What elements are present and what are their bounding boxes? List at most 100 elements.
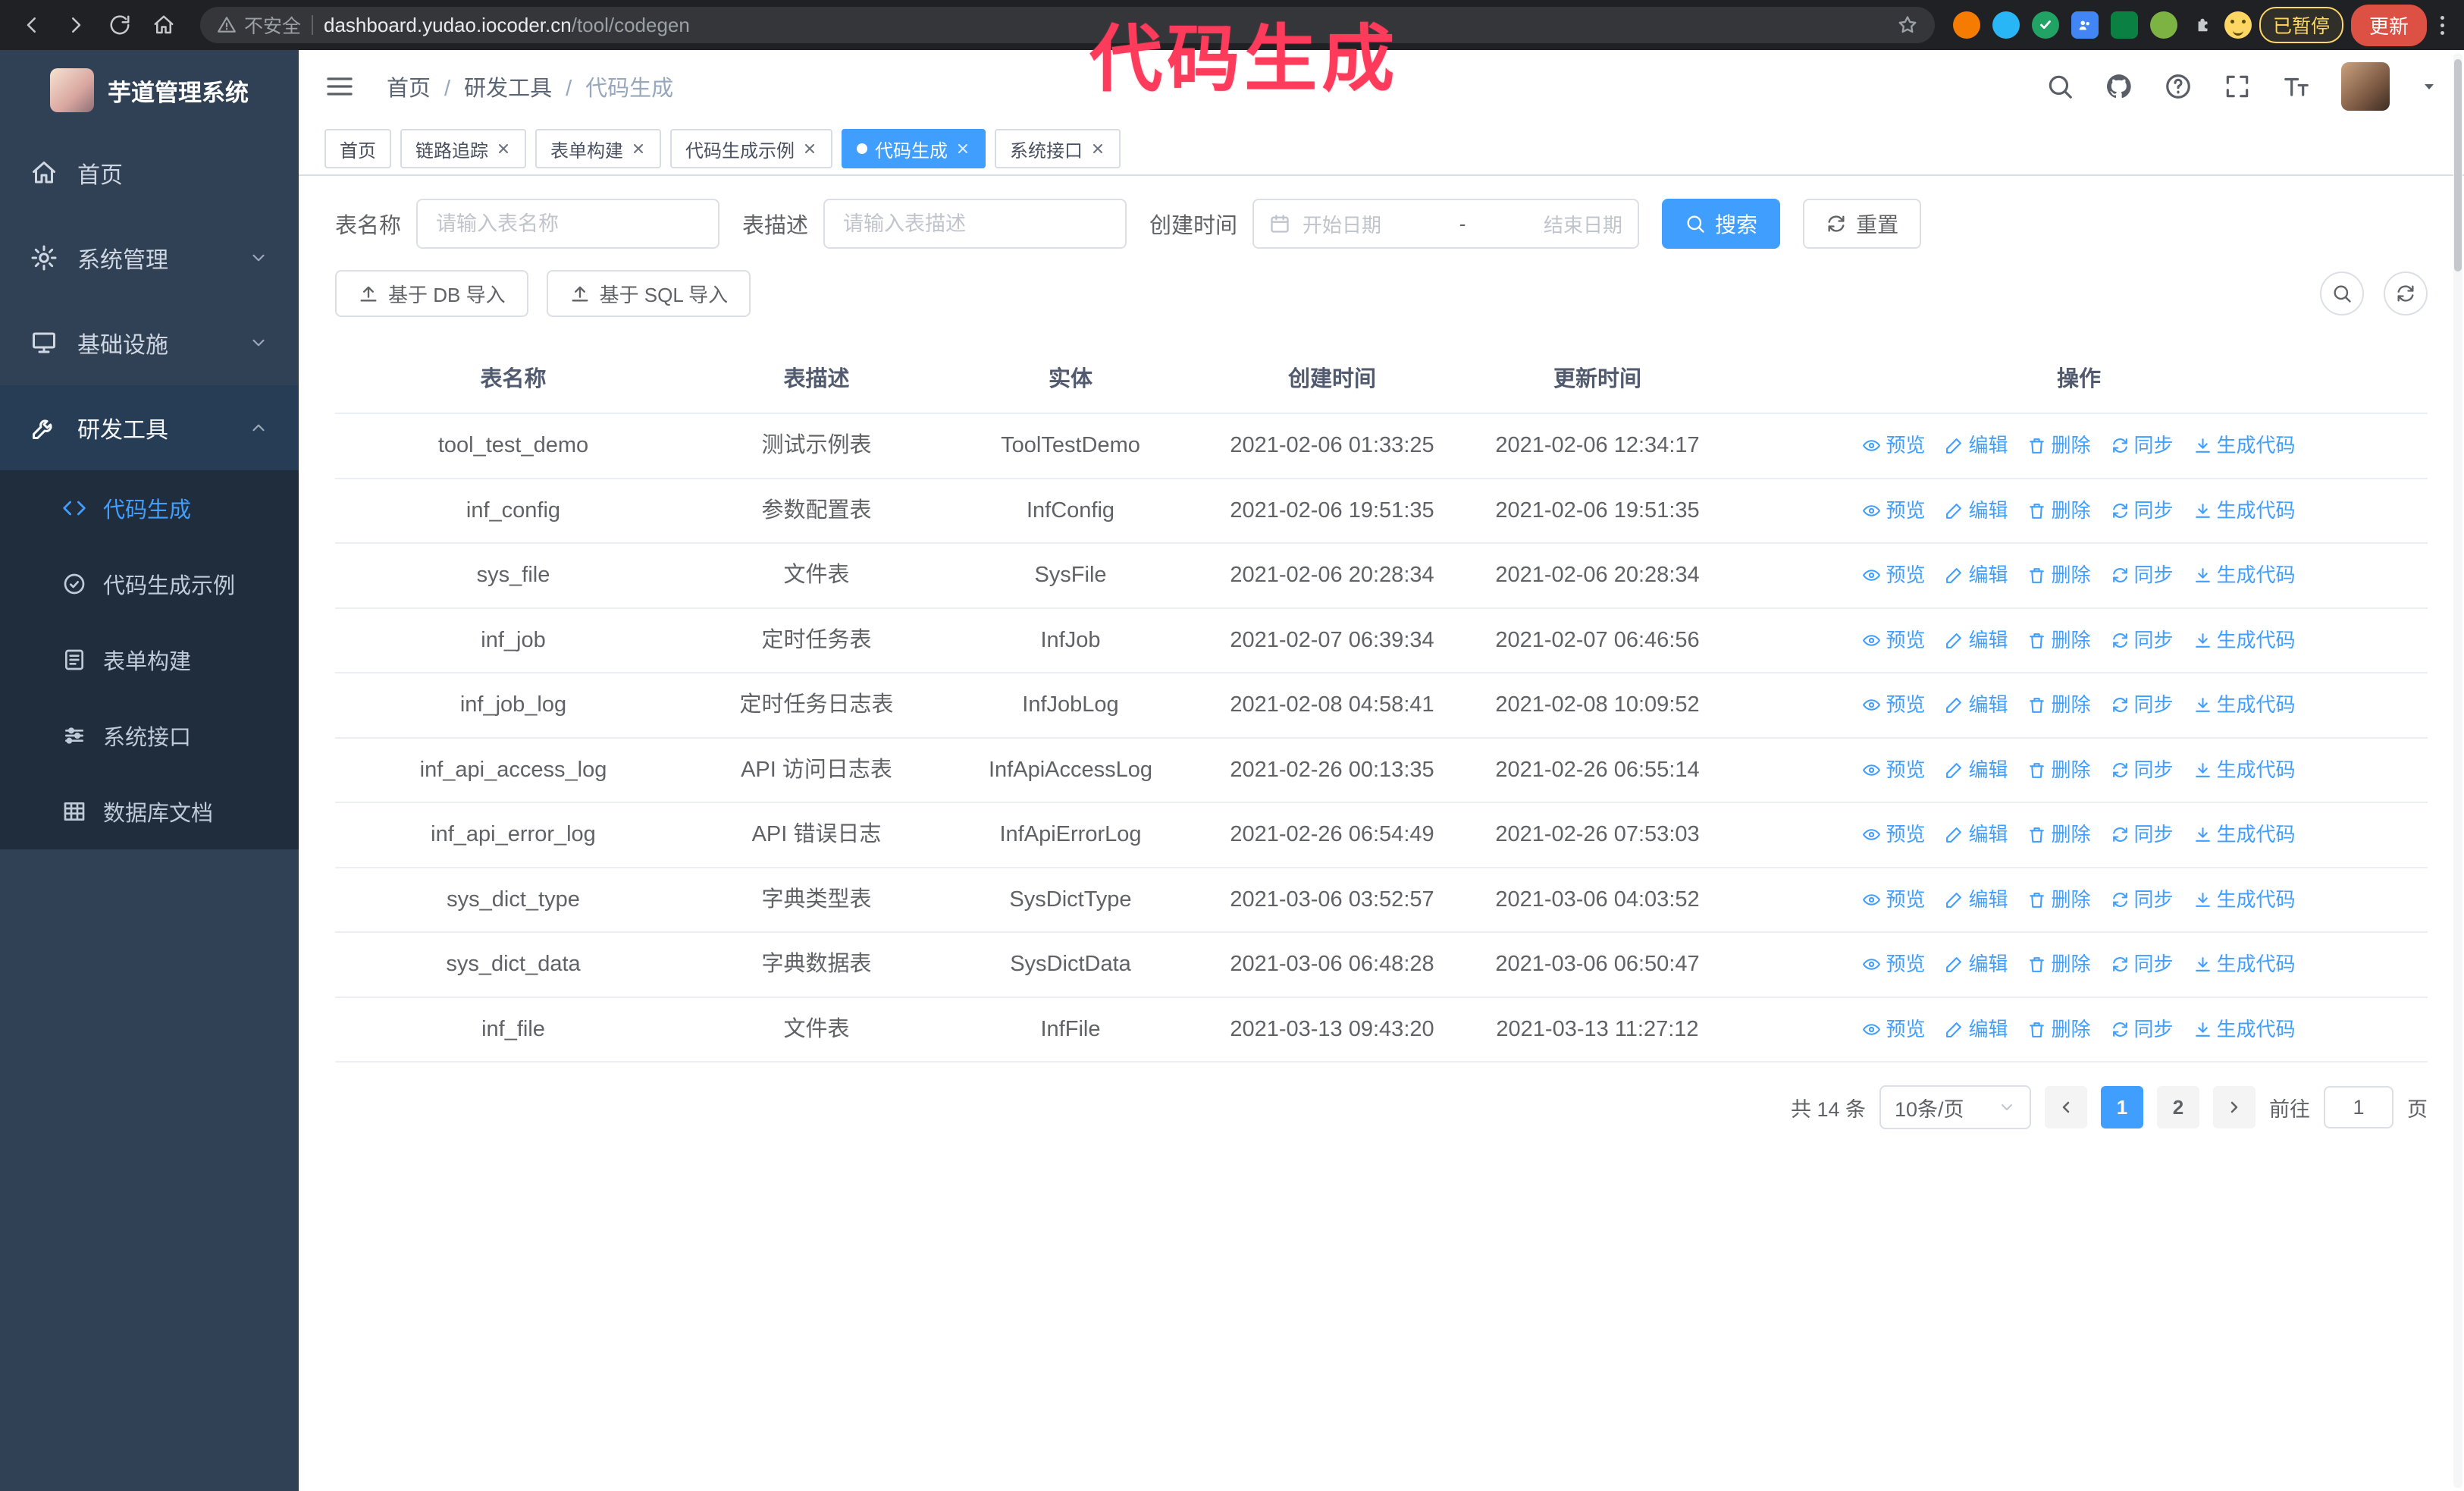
- tab-home[interactable]: 首页: [324, 129, 391, 168]
- action-delete-link[interactable]: 删除: [2027, 885, 2091, 915]
- tab-api[interactable]: 系统接口: [995, 129, 1121, 168]
- sidebar-subitem-form-builder[interactable]: 表单构建: [0, 622, 299, 698]
- scrollbar-thumb[interactable]: [2454, 59, 2462, 272]
- refresh-table-button[interactable]: [2384, 272, 2428, 315]
- date-end-placeholder[interactable]: 结束日期: [1544, 210, 1622, 238]
- action-edit-link[interactable]: 编辑: [1945, 1015, 2008, 1044]
- action-sync-link[interactable]: 同步: [2111, 1015, 2174, 1044]
- action-delete-link[interactable]: 删除: [2027, 755, 2091, 785]
- breadcrumb-item-home[interactable]: 首页: [387, 71, 450, 102]
- import-db-button[interactable]: 基于 DB 导入: [335, 270, 528, 317]
- extension-icon-5[interactable]: [2110, 11, 2138, 39]
- browser-reload-button[interactable]: [102, 7, 138, 43]
- prev-page-button[interactable]: [2045, 1086, 2087, 1128]
- action-generate-link[interactable]: 生成代码: [2193, 626, 2296, 655]
- user-avatar[interactable]: [2341, 62, 2390, 111]
- sidebar-subitem-api[interactable]: 系统接口: [0, 698, 299, 774]
- action-delete-link[interactable]: 删除: [2027, 431, 2091, 460]
- date-start-placeholder[interactable]: 开始日期: [1303, 210, 1381, 238]
- tab-form-builder[interactable]: 表单构建: [535, 129, 661, 168]
- action-sync-link[interactable]: 同步: [2111, 626, 2174, 655]
- browser-home-button[interactable]: [146, 7, 182, 43]
- action-sync-link[interactable]: 同步: [2111, 950, 2174, 979]
- app-logo[interactable]: 芋道管理系统: [0, 50, 299, 130]
- action-edit-link[interactable]: 编辑: [1945, 496, 2008, 526]
- page-size-select[interactable]: 10条/页: [1879, 1085, 2031, 1129]
- tab-codegen-example[interactable]: 代码生成示例: [670, 129, 832, 168]
- action-generate-link[interactable]: 生成代码: [2193, 755, 2296, 785]
- import-sql-button[interactable]: 基于 SQL 导入: [546, 270, 751, 317]
- action-sync-link[interactable]: 同步: [2111, 885, 2174, 915]
- action-delete-link[interactable]: 删除: [2027, 950, 2091, 979]
- font-size-icon[interactable]: [2282, 72, 2311, 101]
- action-preview-link[interactable]: 预览: [1862, 755, 1925, 785]
- action-preview-link[interactable]: 预览: [1862, 496, 1925, 526]
- browser-forward-button[interactable]: [58, 7, 94, 43]
- action-preview-link[interactable]: 预览: [1862, 431, 1925, 460]
- action-preview-link[interactable]: 预览: [1862, 820, 1925, 849]
- help-icon[interactable]: [2164, 72, 2193, 101]
- extension-icon-2[interactable]: [1992, 11, 2020, 39]
- tab-codegen[interactable]: 代码生成: [842, 129, 986, 168]
- action-edit-link[interactable]: 编辑: [1945, 820, 2008, 849]
- page-button-1[interactable]: 1: [2101, 1086, 2143, 1128]
- github-icon[interactable]: [2105, 72, 2133, 101]
- action-edit-link[interactable]: 编辑: [1945, 950, 2008, 979]
- extension-icon-6[interactable]: [2149, 11, 2177, 39]
- action-delete-link[interactable]: 删除: [2027, 626, 2091, 655]
- action-generate-link[interactable]: 生成代码: [2193, 820, 2296, 849]
- action-preview-link[interactable]: 预览: [1862, 950, 1925, 979]
- action-preview-link[interactable]: 预览: [1862, 690, 1925, 720]
- action-generate-link[interactable]: 生成代码: [2193, 496, 2296, 526]
- action-generate-link[interactable]: 生成代码: [2193, 885, 2296, 915]
- browser-menu-icon[interactable]: [2434, 15, 2450, 35]
- action-generate-link[interactable]: 生成代码: [2193, 690, 2296, 720]
- action-delete-link[interactable]: 删除: [2027, 690, 2091, 720]
- next-page-button[interactable]: [2213, 1086, 2256, 1128]
- close-icon[interactable]: [631, 141, 646, 156]
- action-generate-link[interactable]: 生成代码: [2193, 431, 2296, 460]
- action-edit-link[interactable]: 编辑: [1945, 885, 2008, 915]
- action-delete-link[interactable]: 删除: [2027, 560, 2091, 590]
- sidebar-item-system[interactable]: 系统管理: [0, 215, 299, 300]
- date-range-input[interactable]: 开始日期 - 结束日期: [1252, 199, 1640, 249]
- update-button[interactable]: 更新: [2350, 4, 2427, 46]
- close-icon[interactable]: [1090, 141, 1105, 156]
- security-chip[interactable]: 不安全: [217, 11, 301, 39]
- avatar-caret-icon[interactable]: [2420, 77, 2438, 96]
- profile-chip[interactable]: 已暂停: [2224, 7, 2343, 43]
- action-delete-link[interactable]: 删除: [2027, 1015, 2091, 1044]
- extension-icon-4[interactable]: [2071, 11, 2099, 39]
- table-desc-input[interactable]: [823, 199, 1127, 249]
- action-preview-link[interactable]: 预览: [1862, 560, 1925, 590]
- action-sync-link[interactable]: 同步: [2111, 755, 2174, 785]
- action-sync-link[interactable]: 同步: [2111, 820, 2174, 849]
- action-preview-link[interactable]: 预览: [1862, 1015, 1925, 1044]
- action-generate-link[interactable]: 生成代码: [2193, 560, 2296, 590]
- page-button-2[interactable]: 2: [2157, 1086, 2199, 1128]
- omnibox[interactable]: 不安全 dashboard.yudao.iocoder.cn/tool/code…: [200, 7, 1935, 43]
- action-delete-link[interactable]: 删除: [2027, 820, 2091, 849]
- extension-icon-1[interactable]: [1952, 11, 1980, 39]
- close-icon[interactable]: [496, 141, 511, 156]
- action-sync-link[interactable]: 同步: [2111, 496, 2174, 526]
- sidebar-item-infra[interactable]: 基础设施: [0, 300, 299, 385]
- action-edit-link[interactable]: 编辑: [1945, 755, 2008, 785]
- action-preview-link[interactable]: 预览: [1862, 626, 1925, 655]
- action-delete-link[interactable]: 删除: [2027, 496, 2091, 526]
- extensions-puzzle-icon[interactable]: [2190, 11, 2217, 39]
- action-generate-link[interactable]: 生成代码: [2193, 1015, 2296, 1044]
- action-sync-link[interactable]: 同步: [2111, 560, 2174, 590]
- fullscreen-icon[interactable]: [2223, 72, 2252, 101]
- action-edit-link[interactable]: 编辑: [1945, 690, 2008, 720]
- close-icon[interactable]: [802, 141, 817, 156]
- close-icon[interactable]: [955, 141, 970, 156]
- action-edit-link[interactable]: 编辑: [1945, 560, 2008, 590]
- reset-button[interactable]: 重置: [1803, 199, 1922, 249]
- extension-icon-3[interactable]: [2031, 11, 2059, 39]
- sidebar-subitem-codegen[interactable]: 代码生成: [0, 470, 299, 546]
- action-preview-link[interactable]: 预览: [1862, 885, 1925, 915]
- action-sync-link[interactable]: 同步: [2111, 431, 2174, 460]
- sidebar-item-home[interactable]: 首页: [0, 130, 299, 215]
- goto-page-input[interactable]: [2324, 1086, 2393, 1128]
